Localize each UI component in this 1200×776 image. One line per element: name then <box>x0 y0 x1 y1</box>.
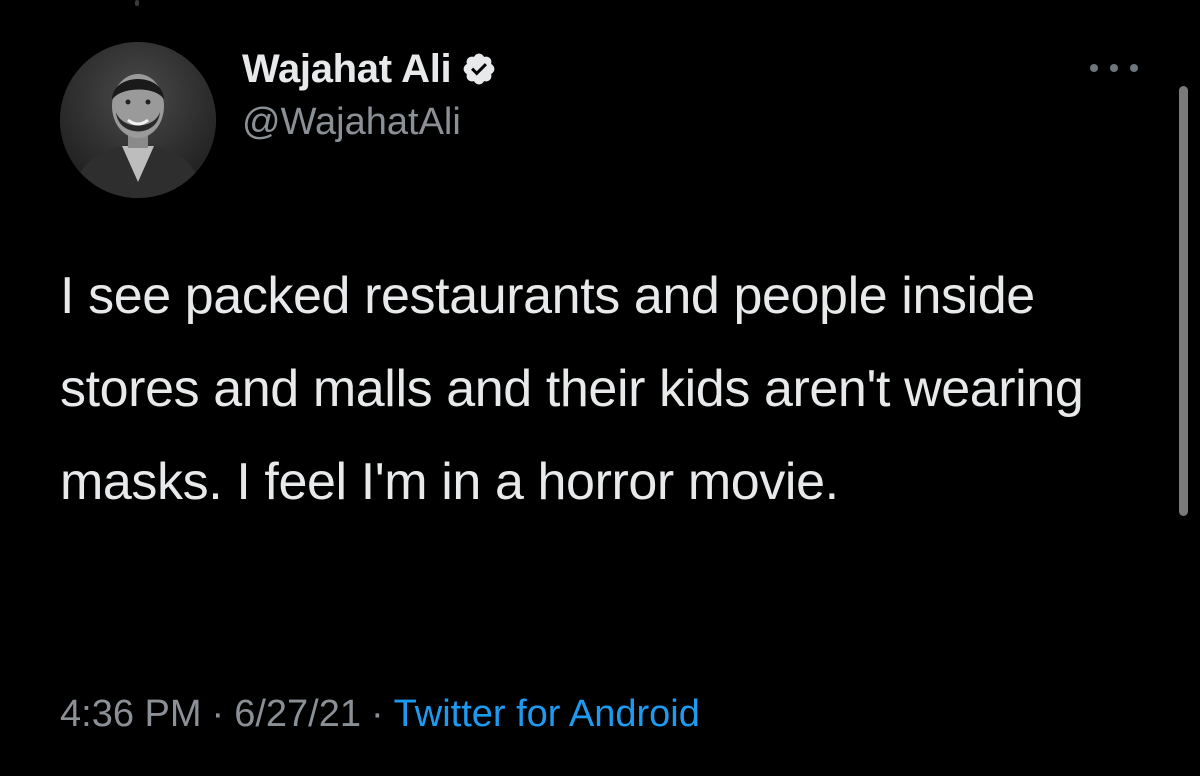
author-handle[interactable]: @WajahatAli <box>242 100 461 144</box>
scrollbar[interactable] <box>1179 86 1188 516</box>
author-name-row[interactable]: Wajahat Ali <box>242 46 497 92</box>
tweet-meta: 4:36 PM · 6/27/21 · Twitter for Android <box>60 690 700 738</box>
tweet-source-link[interactable]: Twitter for Android <box>394 693 700 735</box>
verified-badge-icon <box>463 53 495 85</box>
tweet-date[interactable]: 6/27/21 <box>234 693 361 735</box>
meta-separator: · <box>370 693 384 735</box>
tweet-card: Wajahat Ali @WajahatAli I see packed res… <box>0 0 1200 776</box>
more-options-icon[interactable] <box>1090 56 1138 80</box>
author-display-name[interactable]: Wajahat Ali <box>242 46 452 92</box>
tweet-text: I see packed restaurants and people insi… <box>60 267 1084 511</box>
tweet-time[interactable]: 4:36 PM <box>60 693 202 735</box>
avatar[interactable] <box>60 42 216 198</box>
more-dot <box>1110 64 1118 72</box>
divider-mark <box>135 0 139 6</box>
more-dot <box>1090 64 1098 72</box>
more-dot <box>1130 64 1138 72</box>
meta-separator: · <box>211 693 225 735</box>
